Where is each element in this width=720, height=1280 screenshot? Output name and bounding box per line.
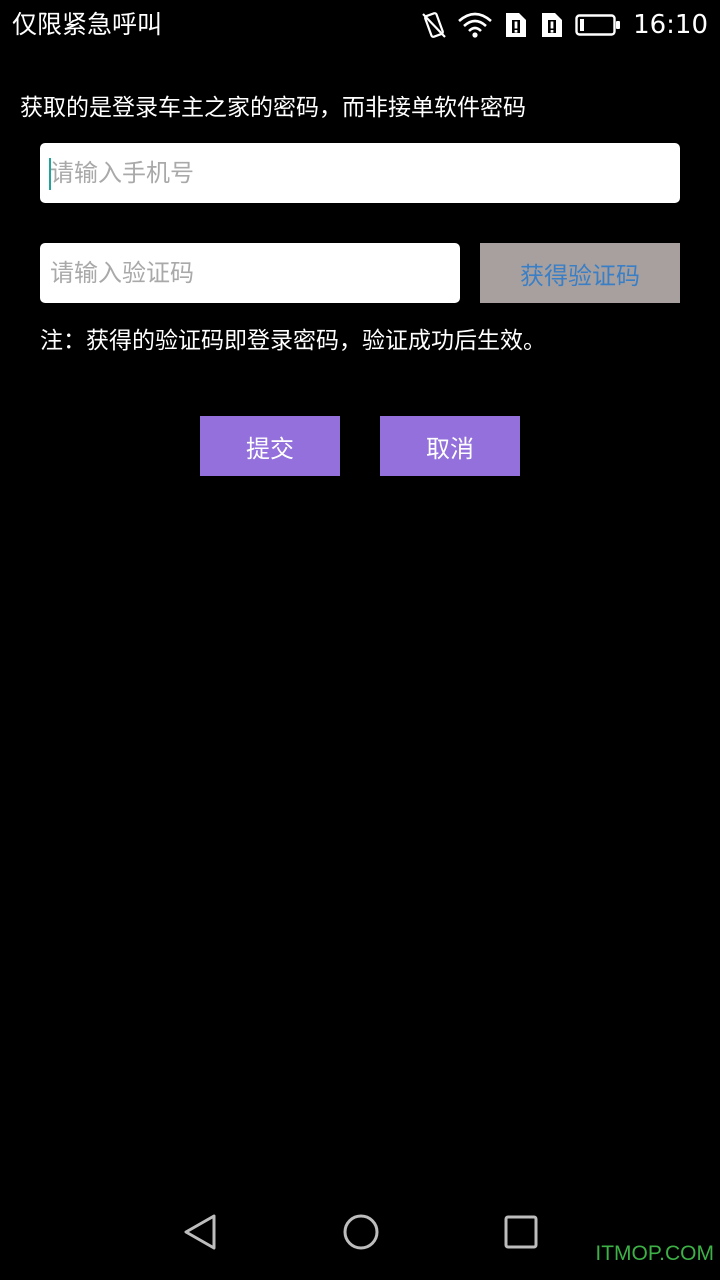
password-hint: 获取的是登录车主之家的密码，而非接单软件密码 [20,95,526,121]
clock: 16:10 [633,10,708,40]
verification-code-input[interactable] [40,243,460,303]
home-icon[interactable] [339,1210,383,1254]
note-text: 注：获得的验证码即登录密码，验证成功后生效。 [40,328,546,354]
get-code-button[interactable]: 获得验证码 [480,243,680,303]
cancel-button[interactable]: 取消 [380,416,520,476]
carrier-label: 仅限紧急呼叫 [12,10,163,39]
recent-apps-icon[interactable] [499,1210,543,1254]
vibrate-icon [421,10,447,40]
status-bar: 仅限紧急呼叫 16:10 [0,0,720,50]
sim-alert-icon [539,11,565,39]
phone-input[interactable] [40,143,680,203]
back-icon[interactable] [180,1210,224,1254]
sim-alert-icon [503,11,529,39]
submit-button[interactable]: 提交 [200,416,340,476]
text-cursor [49,158,51,190]
wifi-icon [457,11,493,39]
battery-icon [575,13,621,37]
status-icons: 16:10 [421,8,708,42]
watermark: ITMOP.COM [595,1242,714,1265]
